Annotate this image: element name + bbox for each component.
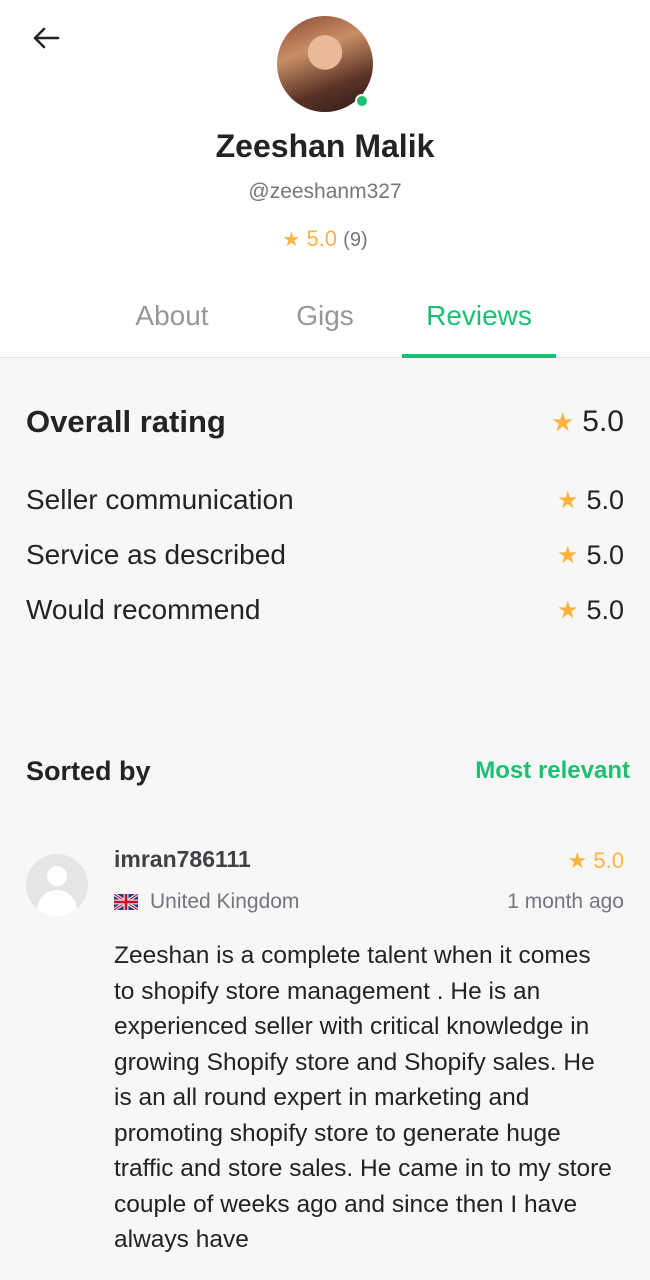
rating-count: (9) [343, 229, 368, 251]
rating-value: 5.0 [586, 539, 624, 570]
rating-value: 5.0 [586, 594, 624, 625]
overall-rating-value: 5.0 [582, 405, 624, 438]
reviewer-avatar[interactable] [26, 854, 88, 916]
tab-about[interactable]: About [120, 300, 224, 358]
star-icon: ★ [556, 596, 579, 624]
sort-row: Sorted by Most relevant [26, 751, 630, 791]
online-status-dot [355, 94, 369, 108]
review-text: Zeeshan is a complete talent when it com… [114, 942, 612, 1253]
back-button[interactable] [24, 18, 68, 58]
rating-value-wrap: ★ 5.0 [557, 540, 624, 571]
profile-handle: @zeeshanm327 [248, 180, 402, 203]
profile-page: Zeeshan Malik @zeeshanm327 ★ 5.0 (9) Abo… [0, 0, 650, 1280]
overall-rating-label: Overall rating [26, 404, 226, 439]
star-icon: ★ [556, 486, 579, 514]
review-score: ★ 5.0 [568, 848, 624, 874]
tab-bar: About Gigs Reviews [0, 292, 650, 358]
uk-flag-icon [114, 894, 138, 910]
tab-reviews[interactable]: Reviews [402, 300, 556, 358]
rating-value-wrap: ★ 5.0 [557, 595, 624, 626]
rating-row-service: Service as described ★ 5.0 [26, 535, 624, 575]
reviewer-country: United Kingdom [114, 890, 299, 914]
tab-gigs[interactable]: Gigs [284, 300, 366, 358]
country-name: United Kingdom [150, 890, 300, 913]
rating-row-communication: Seller communication ★ 5.0 [26, 480, 624, 520]
overall-rating-row: Overall rating ★ 5.0 [26, 398, 624, 446]
review-time: 1 month ago [507, 890, 624, 913]
profile-name: Zeeshan Malik [215, 128, 435, 164]
overall-rating-value-wrap: ★ 5.0 [551, 405, 624, 439]
star-icon: ★ [282, 229, 301, 251]
user-placeholder-icon [47, 866, 67, 886]
rating-value: 5.0 [586, 484, 624, 515]
review-score-value: 5.0 [593, 848, 624, 873]
profile-rating: ★ 5.0 (9) [0, 226, 650, 252]
arrow-left-icon [33, 27, 60, 49]
star-icon: ★ [556, 541, 579, 569]
rating-value-wrap: ★ 5.0 [557, 485, 624, 516]
rating-score: 5.0 [306, 226, 338, 251]
reviews-content: Overall rating ★ 5.0 Seller communicatio… [0, 358, 650, 1280]
rating-row-recommend: Would recommend ★ 5.0 [26, 590, 624, 630]
rating-label: Would recommend [26, 594, 261, 625]
star-icon: ★ [550, 406, 575, 437]
reviewer-username[interactable]: imran786111 [114, 846, 251, 873]
rating-label: Seller communication [26, 484, 294, 515]
rating-label: Service as described [26, 539, 286, 570]
profile-avatar[interactable] [277, 16, 373, 112]
sorted-by-label: Sorted by [26, 755, 151, 786]
sort-dropdown[interactable]: Most relevant [475, 757, 630, 785]
star-icon: ★ [567, 848, 588, 873]
